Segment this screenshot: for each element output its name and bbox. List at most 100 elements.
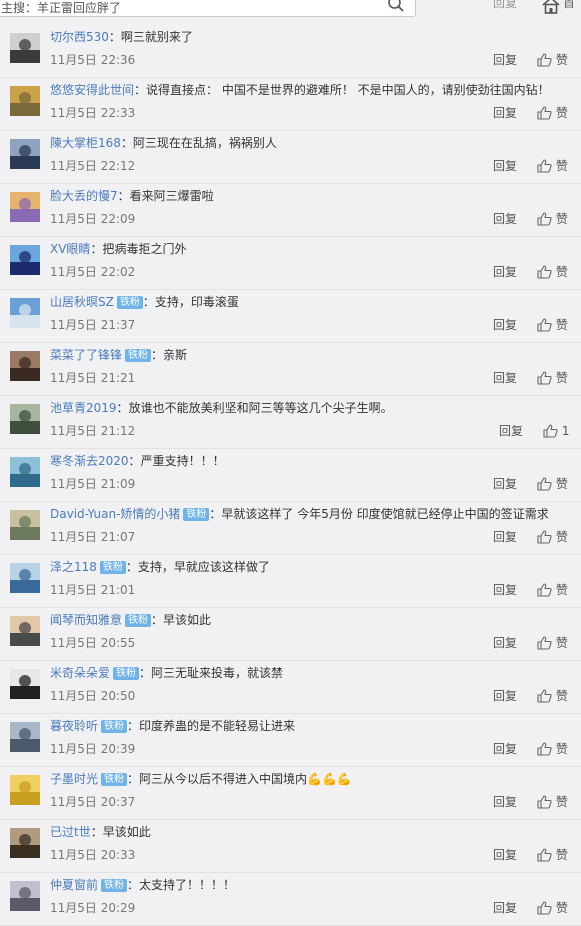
like-button[interactable]: 赞 [537,741,568,757]
like-label: 赞 [555,742,568,756]
comment-line: 米奇朵朵爱 铁粉 ：阿三无耻来投毒，就该禁 [50,665,283,681]
reply-button[interactable]: 回复 [493,105,517,121]
comment-time: 11月5日 20:33 [50,848,136,862]
avatar[interactable] [10,669,40,699]
username[interactable]: 脸大丢的慢7 [50,189,118,203]
avatar[interactable] [10,510,40,540]
username[interactable]: 米奇朵朵爱 [50,666,110,680]
like-label: 赞 [555,159,568,173]
reply-button[interactable]: 回复 [493,370,517,386]
search-icon[interactable] [387,0,405,13]
like-button[interactable]: 1 [543,423,569,439]
fan-badge: 铁粉 [101,773,128,786]
like-button[interactable]: 赞 [537,52,568,68]
comment-line: 池草青2019：放谁也不能放美利坚和阿三等等这几个尖子生啊。 [50,400,393,416]
like-button[interactable]: 赞 [537,158,568,174]
search-text: 主搜：羊正雷回应胖了 [1,1,122,15]
thumbs-up-icon [537,53,552,67]
reply-button[interactable]: 回复 [493,52,517,68]
like-button[interactable]: 赞 [537,635,568,651]
avatar[interactable] [10,563,40,593]
reply-button[interactable]: 回复 [493,529,517,545]
like-button[interactable]: 赞 [537,582,568,598]
avatar[interactable] [10,404,40,434]
avatar[interactable] [10,86,40,116]
avatar[interactable] [10,881,40,911]
like-button[interactable]: 赞 [537,900,568,916]
avatar[interactable] [10,457,40,487]
avatar[interactable] [10,775,40,805]
username[interactable]: 寒冬渐去2020 [50,454,129,468]
reply-button[interactable]: 回复 [493,847,517,863]
username[interactable]: XV眼睛 [50,242,90,256]
avatar[interactable] [10,298,40,328]
avatar[interactable] [10,616,40,646]
like-button[interactable]: 赞 [537,211,568,227]
avatar[interactable] [10,139,40,169]
home-icon[interactable] [541,0,561,14]
username[interactable]: 悠悠安得此世间 [50,83,134,97]
reply-button[interactable]: 回复 [493,158,517,174]
reply-button[interactable]: 回复 [493,900,517,916]
like-button[interactable]: 赞 [537,105,568,121]
avatar[interactable] [10,192,40,222]
comment-text: 啊三就别来了 [120,30,193,44]
comment-item: David-Yuan-矫情的小猪 铁粉 ：早就该这样了 今年5月份 印度使馆就已经停… [0,502,581,555]
reply-button[interactable]: 回复 [493,794,517,810]
reply-button[interactable]: 回复 [493,741,517,757]
comment-text: 把病毒拒之门外 [102,242,187,256]
like-button[interactable]: 赞 [537,370,568,386]
username[interactable]: David-Yuan-矫情的小猪 [50,507,180,521]
comment-time: 11月5日 21:21 [50,371,136,385]
avatar[interactable] [10,351,40,381]
reply-button[interactable]: 回复 [493,688,517,704]
like-label: 赞 [555,901,568,915]
username[interactable]: 陳大掌柜168 [50,136,121,150]
top-bar: 主搜：羊正雷回应胖了 回复 首 [0,0,581,20]
top-right-text[interactable]: 回复 [493,0,517,11]
username[interactable]: 子墨时光 [50,772,98,786]
avatar[interactable] [10,828,40,858]
username[interactable]: 切尔西530 [50,30,109,44]
like-button[interactable]: 赞 [537,529,568,545]
thumbs-up-icon [537,689,552,703]
fan-badge: 铁粉 [113,667,140,680]
like-button[interactable]: 赞 [537,794,568,810]
username[interactable]: 暮夜聆听 [50,719,98,733]
like-label: 赞 [555,530,568,544]
avatar[interactable] [10,722,40,752]
username[interactable]: 山居秋暝SZ [50,295,114,309]
reply-button[interactable]: 回复 [493,317,517,333]
reply-button[interactable]: 回复 [493,211,517,227]
thumbs-up-icon [537,106,552,120]
comment-text: 早该如此 [163,613,212,627]
like-button[interactable]: 赞 [537,317,568,333]
fan-badge: 铁粉 [99,561,126,574]
top-right-tail[interactable]: 首 [563,0,575,11]
comment-item: 闻琴而知雅意 铁粉 ：早该如此 11月5日 20:55 回复 赞 [0,608,581,661]
reply-button[interactable]: 回复 [499,423,523,439]
username[interactable]: 已过t世 [50,825,91,839]
like-button[interactable]: 赞 [537,688,568,704]
username[interactable]: 泽之118 [50,560,97,574]
like-label: 赞 [555,53,568,67]
avatar[interactable] [10,245,40,275]
username[interactable]: 闻琴而知雅意 [50,613,122,627]
username[interactable]: 菜菜了了锋锋 [50,348,122,362]
comment-line: 菜菜了了锋锋 铁粉 ：亲斯 [50,347,187,363]
reply-button[interactable]: 回复 [493,582,517,598]
username[interactable]: 仲夏窗前 [50,878,98,892]
comment-item: 菜菜了了锋锋 铁粉 ：亲斯 11月5日 21:21 回复 赞 [0,343,581,396]
reply-button[interactable]: 回复 [493,476,517,492]
comment-line: XV眼睛：把病毒拒之门外 [50,241,186,257]
search-input[interactable]: 主搜：羊正雷回应胖了 [0,0,416,17]
fan-badge: 铁粉 [101,879,128,892]
like-button[interactable]: 赞 [537,476,568,492]
username[interactable]: 池草青2019 [50,401,117,415]
avatar[interactable] [10,33,40,63]
like-button[interactable]: 赞 [537,847,568,863]
thumbs-up-icon [537,159,552,173]
reply-button[interactable]: 回复 [493,264,517,280]
like-button[interactable]: 赞 [537,264,568,280]
reply-button[interactable]: 回复 [493,635,517,651]
